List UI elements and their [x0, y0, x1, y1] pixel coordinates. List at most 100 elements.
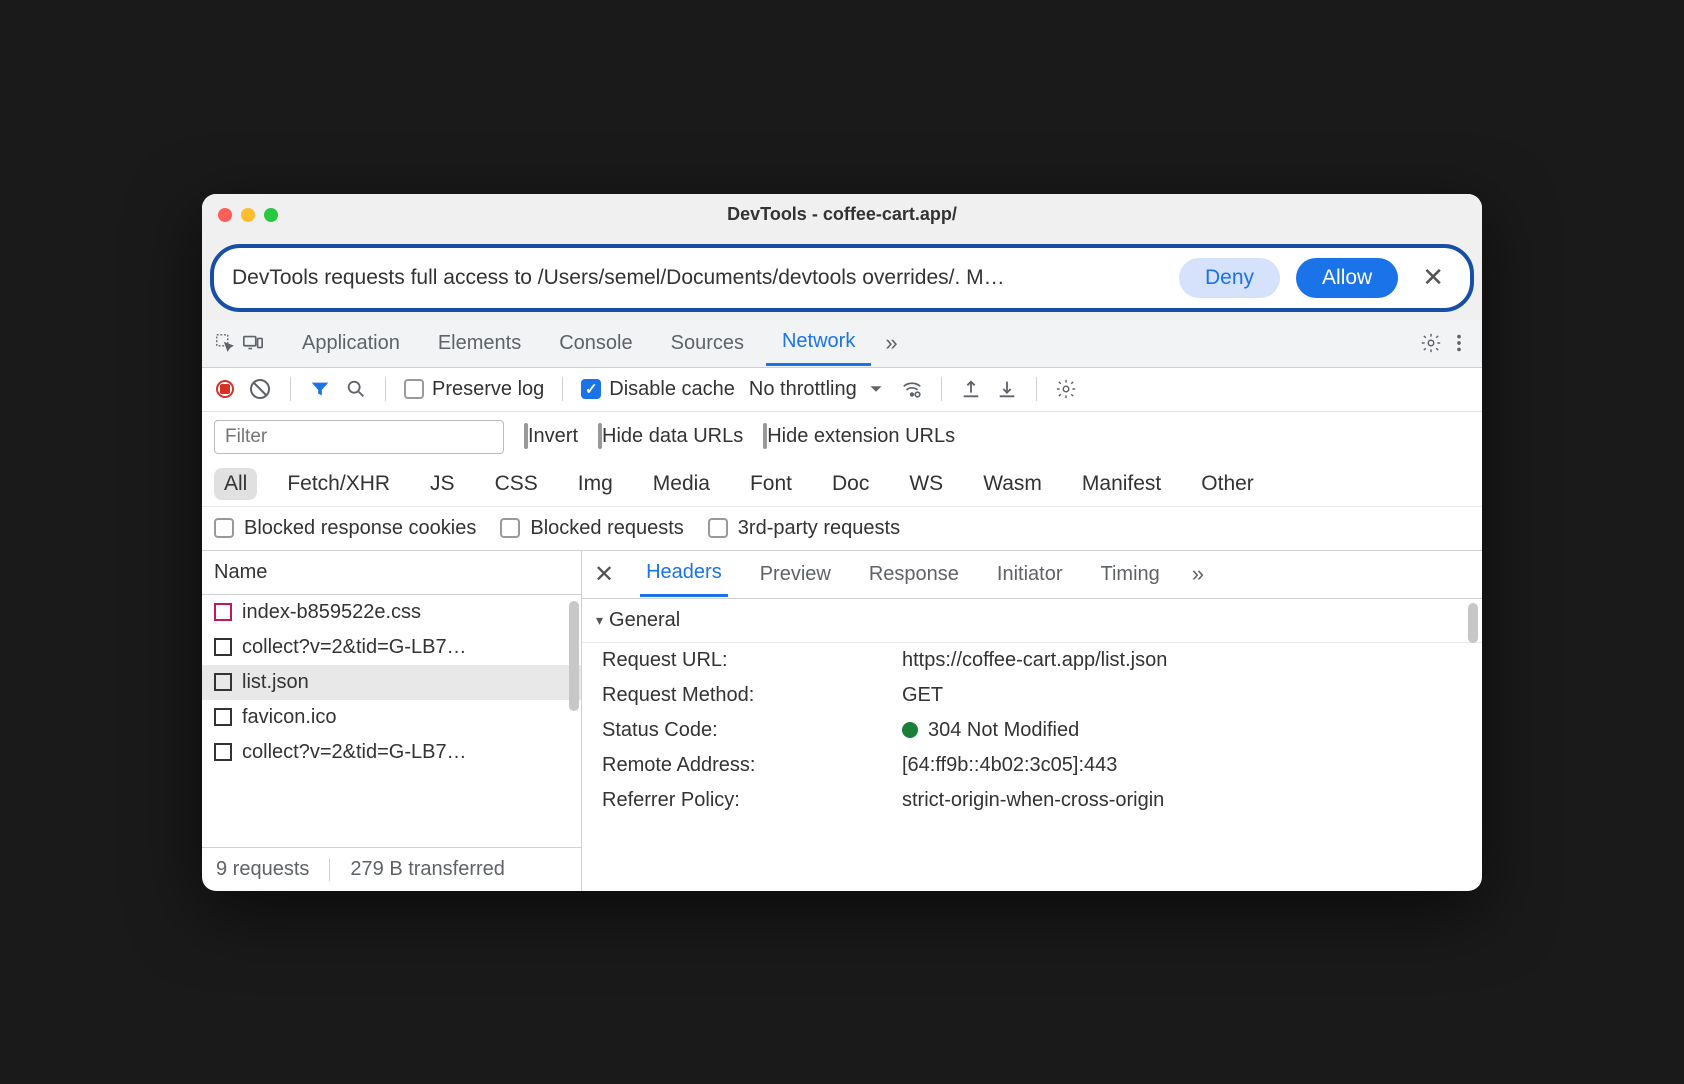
- status-code-key: Status Code:: [602, 719, 902, 742]
- status-bar: 9 requests 279 B transferred: [202, 847, 581, 891]
- request-row[interactable]: collect?v=2&tid=G-LB7…: [202, 630, 581, 665]
- close-window-button[interactable]: [218, 208, 232, 222]
- allow-button[interactable]: Allow: [1296, 258, 1398, 298]
- main-split: Name index-b859522e.css collect?v=2&tid=…: [202, 551, 1482, 891]
- network-settings-icon[interactable]: [1055, 378, 1077, 400]
- tab-application[interactable]: Application: [286, 322, 416, 365]
- tab-response[interactable]: Response: [863, 553, 965, 596]
- preserve-log-label: Preserve log: [432, 378, 544, 401]
- throttling-label: No throttling: [749, 378, 857, 401]
- gear-icon[interactable]: [1420, 332, 1442, 354]
- blocked-requests-checkbox[interactable]: Blocked requests: [500, 517, 683, 540]
- blocked-cookies-label: Blocked response cookies: [244, 517, 476, 540]
- filter-icon[interactable]: [309, 378, 331, 400]
- more-tabs-icon[interactable]: »: [877, 330, 905, 356]
- transferred-size: 279 B transferred: [350, 858, 505, 881]
- devtools-window: DevTools - coffee-cart.app/ DevTools req…: [202, 194, 1482, 891]
- close-details-icon[interactable]: ✕: [594, 560, 614, 589]
- invert-label: Invert: [528, 425, 578, 447]
- type-ws[interactable]: WS: [899, 468, 953, 500]
- override-icon: [214, 603, 232, 621]
- request-name: collect?v=2&tid=G-LB7…: [242, 636, 467, 659]
- more-detail-tabs-icon[interactable]: »: [1192, 561, 1204, 587]
- hide-extension-urls-checkbox[interactable]: Hide extension URLs: [763, 425, 955, 448]
- tab-network[interactable]: Network: [766, 320, 871, 366]
- remote-address-value: [64:ff9b::4b02:3c05]:443: [902, 754, 1462, 777]
- name-column-header[interactable]: Name: [202, 551, 581, 595]
- tab-headers[interactable]: Headers: [640, 551, 728, 597]
- hide-data-label: Hide data URLs: [602, 425, 743, 447]
- request-name: list.json: [242, 671, 309, 694]
- titlebar: DevTools - coffee-cart.app/: [202, 194, 1482, 236]
- request-row[interactable]: collect?v=2&tid=G-LB7…: [202, 735, 581, 770]
- tab-initiator[interactable]: Initiator: [991, 553, 1069, 596]
- details-pane: ✕ Headers Preview Response Initiator Tim…: [582, 551, 1482, 891]
- request-name: collect?v=2&tid=G-LB7…: [242, 741, 467, 764]
- tab-elements[interactable]: Elements: [422, 322, 537, 365]
- device-icon[interactable]: [242, 332, 264, 354]
- remote-address-key: Remote Address:: [602, 754, 902, 777]
- request-row[interactable]: list.json: [202, 665, 581, 700]
- type-all[interactable]: All: [214, 468, 257, 500]
- disable-cache-label: Disable cache: [609, 378, 735, 401]
- invert-checkbox[interactable]: Invert: [524, 425, 578, 448]
- network-toolbar: Preserve log Disable cache No throttling: [202, 368, 1482, 412]
- request-name: index-b859522e.css: [242, 601, 421, 624]
- scrollbar[interactable]: [1468, 603, 1478, 643]
- maximize-window-button[interactable]: [264, 208, 278, 222]
- download-icon[interactable]: [996, 378, 1018, 400]
- kv-row: Status Code: 304 Not Modified: [582, 713, 1482, 748]
- close-icon[interactable]: ✕: [1414, 262, 1452, 293]
- hide-data-urls-checkbox[interactable]: Hide data URLs: [598, 425, 743, 448]
- disable-cache-checkbox[interactable]: Disable cache: [581, 378, 735, 401]
- inspect-icon[interactable]: [214, 332, 236, 354]
- clear-icon[interactable]: [248, 377, 272, 401]
- deny-button[interactable]: Deny: [1179, 258, 1280, 298]
- status-code-value: 304 Not Modified: [928, 719, 1079, 742]
- type-js[interactable]: JS: [420, 468, 465, 500]
- type-img[interactable]: Img: [568, 468, 623, 500]
- type-filter-row: All Fetch/XHR JS CSS Img Media Font Doc …: [202, 462, 1482, 507]
- search-icon[interactable]: [345, 378, 367, 400]
- request-url-key: Request URL:: [602, 649, 902, 672]
- kebab-icon[interactable]: [1448, 332, 1470, 354]
- wifi-settings-icon[interactable]: [901, 378, 923, 400]
- requests-pane: Name index-b859522e.css collect?v=2&tid=…: [202, 551, 582, 891]
- thirdparty-checkbox[interactable]: 3rd-party requests: [708, 517, 900, 540]
- general-section-header[interactable]: General: [582, 599, 1482, 643]
- blocked-cookies-checkbox[interactable]: Blocked response cookies: [214, 517, 476, 540]
- blocked-requests-label: Blocked requests: [530, 517, 683, 540]
- request-count: 9 requests: [216, 858, 330, 881]
- type-wasm[interactable]: Wasm: [973, 468, 1052, 500]
- type-manifest[interactable]: Manifest: [1072, 468, 1171, 500]
- detail-tabs: ✕ Headers Preview Response Initiator Tim…: [582, 551, 1482, 599]
- type-fetch[interactable]: Fetch/XHR: [277, 468, 400, 500]
- tab-console[interactable]: Console: [543, 322, 648, 365]
- throttling-select[interactable]: No throttling: [749, 378, 887, 401]
- thirdparty-label: 3rd-party requests: [738, 517, 900, 540]
- type-font[interactable]: Font: [740, 468, 802, 500]
- tab-preview[interactable]: Preview: [754, 553, 837, 596]
- type-other[interactable]: Other: [1191, 468, 1264, 500]
- preserve-log-checkbox[interactable]: Preserve log: [404, 378, 544, 401]
- scrollbar[interactable]: [569, 601, 579, 711]
- upload-icon[interactable]: [960, 378, 982, 400]
- kv-row: Remote Address:[64:ff9b::4b02:3c05]:443: [582, 748, 1482, 783]
- type-media[interactable]: Media: [643, 468, 720, 500]
- request-method-value: GET: [902, 684, 1462, 707]
- kv-row: Referrer Policy:strict-origin-when-cross…: [582, 783, 1482, 818]
- type-doc[interactable]: Doc: [822, 468, 879, 500]
- tab-sources[interactable]: Sources: [655, 322, 760, 365]
- record-button[interactable]: [216, 380, 234, 398]
- filter-input[interactable]: [214, 420, 504, 454]
- minimize-window-button[interactable]: [241, 208, 255, 222]
- tab-timing[interactable]: Timing: [1095, 553, 1166, 596]
- type-css[interactable]: CSS: [485, 468, 548, 500]
- traffic-lights: [218, 208, 278, 222]
- panel-tabs: Application Elements Console Sources Net…: [202, 320, 1482, 368]
- request-row[interactable]: favicon.ico: [202, 700, 581, 735]
- request-row[interactable]: index-b859522e.css: [202, 595, 581, 630]
- referrer-policy-value: strict-origin-when-cross-origin: [902, 789, 1462, 812]
- window-title: DevTools - coffee-cart.app/: [218, 204, 1466, 225]
- request-name: favicon.ico: [242, 706, 337, 729]
